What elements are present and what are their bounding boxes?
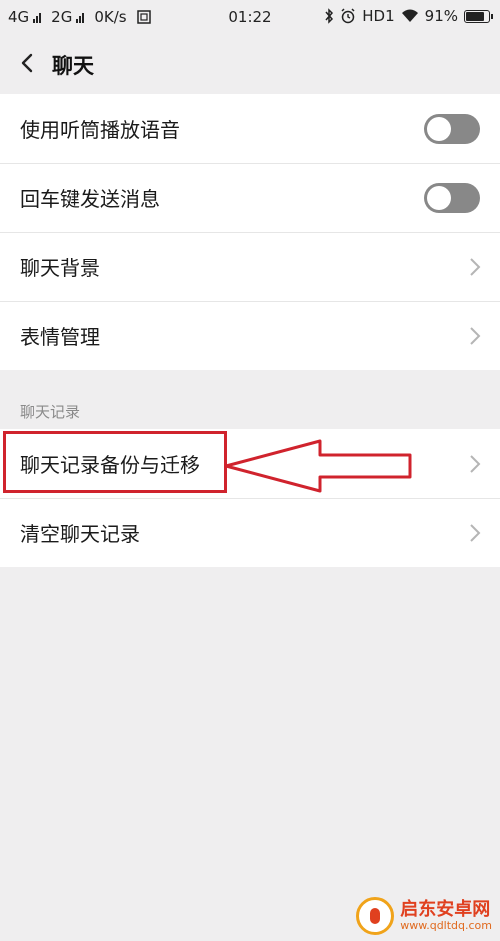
- battery-icon: [464, 9, 493, 23]
- alarm-icon: [341, 8, 355, 24]
- setting-row-enter-to-send[interactable]: 回车键发送消息: [0, 163, 500, 232]
- chevron-right-icon: [470, 524, 481, 542]
- setting-row-earpiece-playback[interactable]: 使用听筒播放语音: [0, 94, 500, 163]
- annotation-highlight-box: [3, 431, 227, 493]
- back-arrow-icon[interactable]: [14, 49, 42, 77]
- toggle-knob: [427, 186, 451, 210]
- earpiece-toggle[interactable]: [424, 114, 480, 144]
- hd-label: HD1: [362, 7, 395, 25]
- settings-group-general: 使用听筒播放语音 回车键发送消息 聊天背景 表情管理: [0, 94, 500, 370]
- battery-percent: 91%: [424, 7, 458, 25]
- enter-send-toggle[interactable]: [424, 183, 480, 213]
- chevron-right-icon: [470, 455, 481, 473]
- watermark-text: 启东安卓网 www.qdltdq.com: [400, 900, 492, 932]
- nav-bar: 聊天: [0, 36, 500, 93]
- setting-label: 回车键发送消息: [20, 187, 160, 211]
- setting-row-sticker-management[interactable]: 表情管理: [0, 301, 500, 370]
- setting-row-chat-background[interactable]: 聊天背景: [0, 232, 500, 301]
- page-title: 聊天: [52, 54, 94, 78]
- setting-label: 使用听筒播放语音: [20, 118, 180, 142]
- toggle-knob: [427, 117, 451, 141]
- watermark-logo-icon: [356, 897, 395, 935]
- bluetooth-icon: [325, 8, 334, 24]
- watermark-url: www.qdltdq.com: [400, 919, 492, 932]
- watermark: 启东安卓网 www.qdltdq.com: [356, 897, 492, 935]
- setting-label: 清空聊天记录: [20, 522, 140, 546]
- status-right: HD1 91%: [324, 7, 493, 25]
- wifi-icon: [401, 9, 418, 22]
- setting-label: 表情管理: [20, 325, 100, 349]
- status-bar: 4G 2G 0K/s 01:22 HD1 91%: [0, 0, 500, 36]
- annotation-arrow-icon: [224, 439, 412, 493]
- battery-fill: [466, 11, 484, 21]
- chevron-right-icon: [470, 327, 481, 345]
- section-header-chat-history: 聊天记录: [20, 403, 81, 421]
- setting-label: 聊天背景: [20, 256, 100, 280]
- chevron-right-icon: [470, 258, 481, 276]
- setting-row-clear-history[interactable]: 清空聊天记录: [0, 498, 500, 567]
- watermark-name: 启东安卓网: [400, 899, 491, 920]
